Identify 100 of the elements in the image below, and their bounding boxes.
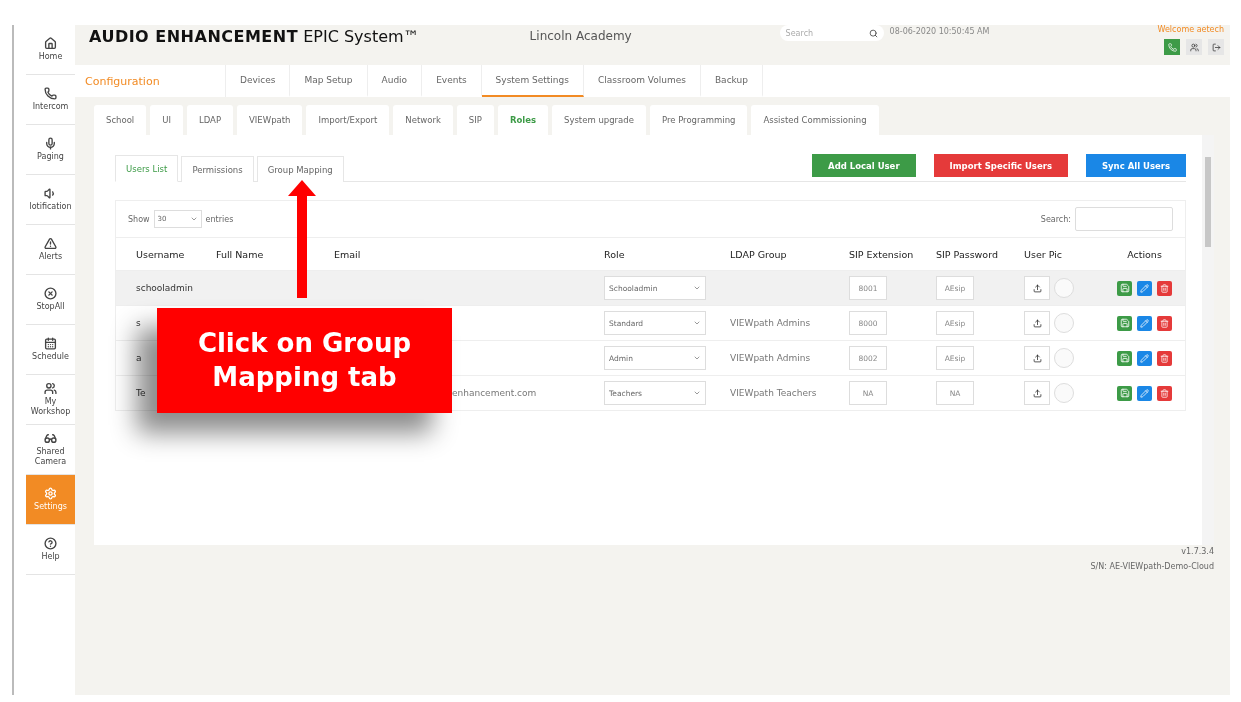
column-header: Actions [1126,248,1163,260]
chevron-icon [693,389,701,397]
action-button[interactable]: Add Local User [812,154,916,177]
column-header: Username [136,248,186,260]
avatar [1054,383,1074,403]
speaker-icon [44,187,57,201]
nav-tab[interactable]: Events [422,65,482,97]
settings-tab[interactable]: Network [393,105,453,135]
sidebar-item[interactable]: Schedule [26,325,75,375]
edit-button[interactable] [1137,315,1152,331]
pencil-icon [1140,283,1149,293]
home-icon [44,37,57,51]
sidebar-item[interactable]: Help [26,525,75,575]
settings-tab[interactable]: UI [150,105,183,135]
nav-tab[interactable]: Map Setup [290,65,368,97]
sidebar-item[interactable]: Home [26,25,75,75]
microphone-icon [44,137,57,151]
sidebar-item[interactable]: Paging [26,125,75,175]
nav-tab[interactable]: Devices [226,65,291,97]
save-button[interactable] [1117,385,1132,401]
upload-button[interactable] [1024,381,1050,405]
column-header: Full Name [216,248,265,260]
delete-button[interactable] [1157,385,1172,401]
scrollbar[interactable] [1202,135,1214,545]
save-button[interactable] [1117,315,1132,331]
chevron-icon [189,215,198,223]
settings-tab[interactable]: Roles [497,105,548,135]
serial-number: S/N: AE-VIEWpath-Demo-Cloud [1090,562,1214,571]
settings-tab[interactable]: SIP [456,105,494,135]
glasses-icon [44,432,57,446]
chevron-icon [693,284,701,292]
sidebar-item[interactable]: Alerts [26,225,75,275]
trash-icon [1160,283,1169,293]
trash-icon [1160,353,1169,363]
sidebar-item[interactable]: StopAll [26,275,75,325]
username-cell-text: a [136,353,143,363]
sidebar-item[interactable]: lotification [26,175,75,225]
save-button[interactable] [1117,280,1132,296]
users-icon [44,382,57,396]
settings-tab[interactable]: LDAP [186,105,234,135]
ldap-group-cell-text: VIEWpath Admins [730,318,812,328]
upload-icon [1032,318,1042,328]
upload-icon [1032,388,1042,398]
phone-icon [44,87,57,101]
settings-tab[interactable]: Pre Programming [649,105,748,135]
action-button[interactable]: Import Specific Users [933,154,1068,177]
save-icon [1119,388,1130,398]
save-icon [1119,318,1130,328]
trash-icon [1160,388,1169,398]
chevron-icon [693,354,701,362]
school-name: Lincoln Academy [529,29,633,43]
nav-tab[interactable]: Audio [367,65,423,97]
nav-tab[interactable]: System Settings [481,65,584,97]
edit-button[interactable] [1137,350,1152,366]
edit-button[interactable] [1137,385,1152,401]
delete-button[interactable] [1157,315,1172,331]
entries-label: entries [205,214,234,224]
column-header: Role [604,248,626,260]
pencil-icon [1140,388,1149,398]
delete-button[interactable] [1157,350,1172,366]
nav-tab[interactable]: Classroom Volumes [583,65,701,97]
save-button[interactable] [1117,350,1132,366]
settings-tab[interactable]: School [94,105,147,135]
panel-tab[interactable]: Permissions [181,156,254,182]
panel-tab[interactable]: Users List [115,155,179,182]
users-icon [1189,42,1199,52]
upload-button[interactable] [1024,346,1050,370]
users-button[interactable] [1186,39,1202,55]
sidebar-item[interactable]: My Workshop [26,375,75,425]
nav-tab[interactable]: Backup [700,65,763,97]
trash-icon [1160,318,1169,328]
column-header: SIP Password [936,248,999,260]
settings-tab[interactable]: Assisted Commissioning [751,105,879,135]
ldap-group-cell-text: VIEWpath Admins [730,353,812,363]
warning-icon [44,237,57,251]
phone-button[interactable] [1164,39,1180,55]
section-title: Configuration [75,65,226,97]
calendar-icon [44,337,57,351]
logout-button[interactable] [1208,39,1224,55]
panel-tab[interactable]: Group Mapping [256,156,344,182]
upload-icon [1032,353,1042,363]
settings-tab[interactable]: System upgrade [552,105,646,135]
avatar [1054,278,1074,298]
ldap-group-cell-text: VIEWpath Teachers [730,388,818,398]
action-button[interactable]: Sync All Users [1085,154,1186,177]
upload-button[interactable] [1024,311,1050,335]
username-cell-text: s [136,318,142,328]
save-icon [1119,283,1130,293]
pencil-icon [1140,353,1149,363]
search-label: Search: [1040,214,1071,224]
show-label: Show [128,214,150,224]
upload-button[interactable] [1024,276,1050,300]
settings-tab[interactable]: VIEWpath [237,105,303,135]
version-text: v1.7.3.4 [1181,547,1214,556]
delete-button[interactable] [1157,280,1172,296]
table-search-field[interactable] [1075,207,1173,231]
settings-tab[interactable]: Import/Export [306,105,390,135]
edit-button[interactable] [1137,280,1152,296]
username-cell-text: schooladmin [136,283,195,293]
avatar [1054,348,1074,368]
